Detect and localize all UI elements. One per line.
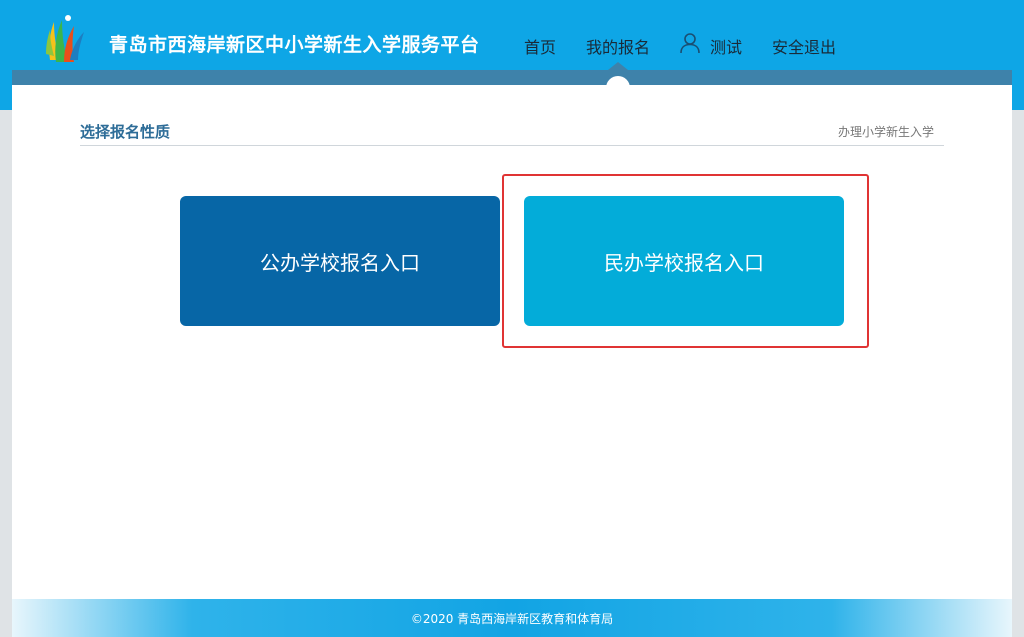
nav-logout[interactable]: 安全退出	[772, 34, 836, 58]
nav-home[interactable]: 首页	[524, 34, 556, 58]
platform-logo	[46, 15, 84, 62]
section-divider	[80, 145, 944, 146]
nav-user-name[interactable]: 测试	[710, 34, 742, 58]
section-title: 选择报名性质	[80, 123, 171, 141]
nav-active-caret	[608, 62, 628, 70]
nav-active-indicator	[606, 76, 630, 94]
footer-copyright: ©2020 青岛西海岸新区教育和体育局	[410, 611, 614, 626]
highlight-box	[502, 174, 869, 348]
nav-my-registration[interactable]: 我的报名	[586, 34, 650, 58]
public-school-entry-button[interactable]: 公办学校报名入口	[180, 196, 500, 326]
site-title: 青岛市西海岸新区中小学新生入学服务平台	[109, 34, 480, 56]
footer: ©2020 青岛西海岸新区教育和体育局	[12, 599, 1012, 637]
section-subtitle-link[interactable]: 办理小学新生入学	[838, 123, 934, 140]
user-icon	[680, 33, 700, 54]
public-school-entry-label: 公办学校报名入口	[260, 250, 420, 275]
header-subbar	[12, 70, 1012, 85]
